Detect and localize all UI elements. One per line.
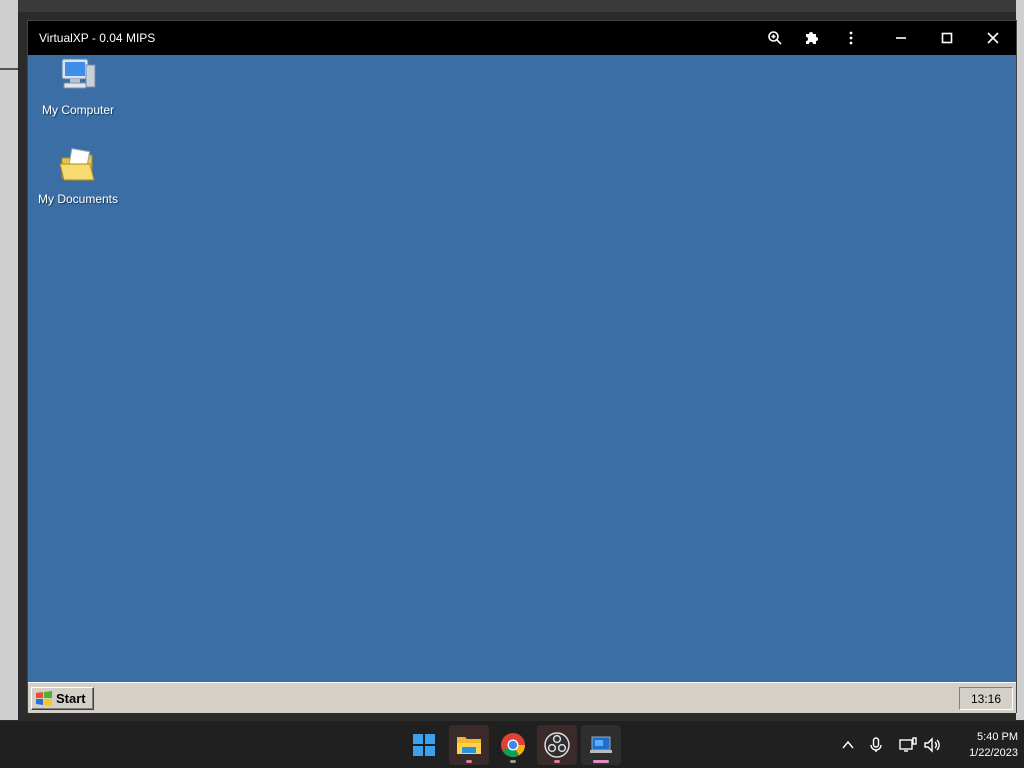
running-indicator <box>593 760 609 763</box>
chrome-icon[interactable] <box>493 725 533 765</box>
microphone-icon[interactable] <box>866 735 886 755</box>
desktop-icon-my-documents[interactable]: My Documents <box>28 146 128 206</box>
xp-taskbar: Start 13:16 <box>28 682 1016 713</box>
virtualxp-window: VirtualXP - 0.04 MIPS My Computer My Doc… <box>27 20 1017 713</box>
host-clock[interactable]: 5:40 PM 1/22/2023 <box>946 729 1018 761</box>
running-indicator <box>554 760 560 763</box>
running-indicator <box>510 760 516 763</box>
host-window-behind-right <box>1016 0 1024 720</box>
show-hidden-icons-chevron-up-icon[interactable] <box>838 735 858 755</box>
xp-desktop[interactable]: My Computer My Documents <box>28 55 1016 682</box>
minimize-button[interactable] <box>883 21 919 55</box>
more-menu-icon[interactable] <box>833 21 869 55</box>
file-explorer-icon[interactable] <box>449 725 489 765</box>
obs-icon[interactable] <box>537 725 577 765</box>
window-title: VirtualXP - 0.04 MIPS <box>39 31 156 45</box>
windows-flag-icon <box>36 690 52 706</box>
desktop-icon-label: My Computer <box>41 103 115 117</box>
close-button[interactable] <box>975 21 1011 55</box>
virtualxp-app-icon[interactable] <box>581 725 621 765</box>
volume-icon[interactable] <box>922 735 942 755</box>
extensions-puzzle-icon[interactable] <box>793 21 829 55</box>
network-icon[interactable] <box>898 735 918 755</box>
host-top-edge <box>0 0 1024 12</box>
start-button[interactable]: Start <box>31 687 94 710</box>
host-taskbar: 5:40 PM 1/22/2023 <box>0 720 1024 768</box>
host-divider <box>0 68 18 70</box>
windows-start-icon[interactable] <box>404 725 444 765</box>
start-label: Start <box>56 691 86 706</box>
desktop-icon-my-computer[interactable]: My Computer <box>28 57 128 117</box>
xp-tray-clock[interactable]: 13:16 <box>959 687 1013 710</box>
zoom-icon[interactable] <box>757 21 793 55</box>
my-documents-folder-icon <box>59 148 95 181</box>
running-indicator <box>466 760 472 763</box>
window-titlebar[interactable]: VirtualXP - 0.04 MIPS <box>28 21 1016 55</box>
my-computer-icon <box>61 58 96 89</box>
host-date: 1/22/2023 <box>969 747 1018 759</box>
maximize-button[interactable] <box>929 21 965 55</box>
host-window-behind-left <box>0 0 18 720</box>
desktop-icon-label: My Documents <box>37 192 119 206</box>
host-time: 5:40 PM <box>977 731 1018 743</box>
